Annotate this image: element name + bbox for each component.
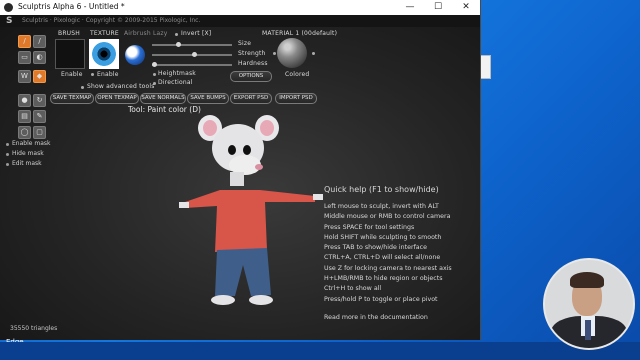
triangle-count: 35550 triangles bbox=[10, 325, 58, 332]
size-label: Size bbox=[238, 40, 252, 47]
mouse-3d-model[interactable] bbox=[175, 110, 325, 310]
save-bumps-button[interactable]: SAVE BUMPS bbox=[187, 93, 229, 104]
material-ball[interactable] bbox=[277, 38, 307, 68]
mouse-right-eye bbox=[243, 145, 251, 155]
flatten-tool-icon[interactable]: ▭ bbox=[18, 51, 31, 64]
invert-radio[interactable] bbox=[175, 33, 178, 36]
hardness-label: Hardness bbox=[238, 60, 268, 67]
options-button[interactable]: OPTIONS bbox=[230, 71, 272, 82]
help-line: Press/hold P to toggle or place pivot bbox=[324, 295, 438, 303]
mouse-neck bbox=[230, 172, 244, 186]
strength-slider-knob[interactable] bbox=[192, 52, 197, 57]
app-canvas[interactable]: S Sculptris · Pixologic · Copyright © 20… bbox=[0, 15, 480, 340]
directional-option[interactable]: Directional bbox=[158, 79, 193, 86]
title-bar[interactable]: Sculptris Alpha 6 - Untitled * — ☐ ✕ bbox=[0, 0, 480, 16]
material-label: MATERIAL 1 (00default) bbox=[262, 30, 338, 37]
grab-tool-icon[interactable]: ● bbox=[18, 94, 31, 107]
maximize-button[interactable]: ☐ bbox=[424, 0, 452, 15]
save-normals-button[interactable]: SAVE NORMALS bbox=[140, 93, 186, 104]
eye-texture-icon bbox=[92, 42, 116, 66]
sculptris-window: Sculptris Alpha 6 - Untitled * — ☐ ✕ S S… bbox=[0, 0, 481, 340]
scale-tool-icon[interactable]: ▤ bbox=[18, 110, 31, 123]
paint-color-tool-icon[interactable]: ◆ bbox=[33, 70, 46, 83]
mouse-right-foot bbox=[249, 295, 273, 305]
show-advanced-option[interactable]: Show advanced tools bbox=[87, 83, 155, 90]
mouse-right-hand bbox=[313, 194, 323, 200]
mouse-left-eye bbox=[228, 145, 236, 155]
mask-tool-icon[interactable]: ✎ bbox=[33, 110, 46, 123]
copyright-bar: S Sculptris · Pixologic · Copyright © 20… bbox=[0, 15, 480, 27]
invert-option[interactable]: Invert [X] bbox=[181, 30, 211, 37]
pinch-tool-icon[interactable]: W bbox=[18, 70, 31, 83]
quick-help-title: Quick help (F1 to show/hide) bbox=[324, 185, 439, 194]
draw-tool-icon[interactable]: / bbox=[18, 35, 31, 48]
save-texmap-button[interactable]: SAVE TEXMAP bbox=[50, 93, 94, 104]
minimize-button[interactable]: — bbox=[396, 0, 424, 15]
strength-slider[interactable] bbox=[152, 52, 232, 57]
hardness-slider[interactable] bbox=[152, 62, 232, 67]
help-line: Left mouse to sculpt, invert with ALT bbox=[324, 203, 439, 210]
open-texmap-button[interactable]: OPEN TEXMAP bbox=[95, 93, 139, 104]
help-line: Ctrl+H to show all bbox=[324, 285, 382, 293]
window-title: Sculptris Alpha 6 - Untitled * bbox=[18, 2, 125, 11]
strength-label: Strength bbox=[238, 50, 266, 57]
inflate-tool-icon[interactable]: ◐ bbox=[33, 51, 46, 64]
mouse-sweater bbox=[185, 190, 315, 252]
sculptris-logo: S bbox=[6, 16, 13, 26]
reduce-tool-icon[interactable]: ▢ bbox=[33, 126, 46, 139]
help-line: Press TAB to show/hide interface bbox=[324, 244, 427, 252]
help-line: Hold SHIFT while sculpting to smooth bbox=[324, 233, 442, 241]
texture-preview[interactable] bbox=[89, 39, 119, 69]
smooth-tool-icon[interactable]: ◯ bbox=[18, 126, 31, 139]
close-button[interactable]: ✕ bbox=[452, 0, 480, 15]
texture-enable[interactable]: Enable bbox=[97, 71, 119, 78]
mouse-left-foot bbox=[211, 295, 235, 305]
brush-enable[interactable]: Enable bbox=[61, 71, 83, 78]
heightmask-radio[interactable] bbox=[153, 73, 156, 76]
size-slider-knob[interactable] bbox=[176, 42, 181, 47]
colored-option[interactable]: Colored bbox=[285, 71, 309, 78]
hardness-slider-knob[interactable] bbox=[152, 62, 157, 67]
edit-mask-option[interactable]: Edit mask bbox=[6, 160, 42, 167]
taskbar bbox=[0, 342, 640, 360]
lazy-option[interactable]: Lazy bbox=[153, 30, 168, 37]
enable-mask-option[interactable]: Enable mask bbox=[5, 140, 50, 147]
rotate-tool-icon[interactable]: ↻ bbox=[33, 94, 46, 107]
crease-tool-icon[interactable]: / bbox=[33, 35, 46, 48]
help-line: CTRL+A, CTRL+D will select all/none bbox=[324, 254, 441, 262]
mouse-nose bbox=[255, 164, 263, 170]
copyright-text: Sculptris · Pixologic · Copyright © 2009… bbox=[22, 17, 201, 24]
brush-label: BRUSH bbox=[58, 30, 80, 37]
shading-ball-icon bbox=[125, 45, 145, 65]
presenter-tie bbox=[585, 320, 591, 340]
texture-label: TEXTURE bbox=[90, 30, 119, 37]
export-psd-button[interactable]: EXPORT PSD bbox=[230, 93, 272, 104]
help-line: Use Z for locking camera to nearest axis bbox=[324, 264, 452, 272]
help-line: H+LMB/RMB to hide region or objects bbox=[324, 275, 443, 283]
material-right-arrow[interactable] bbox=[312, 52, 315, 55]
texture-enable-radio[interactable] bbox=[91, 73, 94, 76]
show-advanced-radio[interactable] bbox=[81, 86, 84, 89]
heightmask-option[interactable]: Heightmask bbox=[158, 70, 196, 77]
material-left-arrow[interactable] bbox=[273, 52, 276, 55]
help-line: Press SPACE for tool settings bbox=[324, 223, 415, 231]
webcam-overlay bbox=[543, 258, 635, 350]
mouse-left-ear-inner bbox=[203, 120, 217, 136]
airbrush-option[interactable]: Airbrush bbox=[124, 30, 151, 37]
mouse-jeans bbox=[215, 248, 271, 296]
import-psd-button[interactable]: IMPORT PSD bbox=[275, 93, 317, 104]
mouse-left-hand bbox=[179, 202, 189, 208]
hide-mask-option[interactable]: Hide mask bbox=[6, 150, 44, 157]
brush-preview[interactable] bbox=[55, 39, 85, 69]
mouse-right-ear-inner bbox=[260, 120, 274, 136]
quick-help-panel: Quick help (F1 to show/hide) Left mouse … bbox=[324, 185, 474, 321]
documentation-link[interactable]: Read more in the documentation bbox=[324, 314, 474, 321]
presenter-hair bbox=[570, 272, 604, 288]
size-slider[interactable] bbox=[152, 42, 232, 47]
help-line: Middle mouse or RMB to control camera bbox=[324, 213, 451, 221]
sculptris-app-icon bbox=[4, 3, 13, 12]
